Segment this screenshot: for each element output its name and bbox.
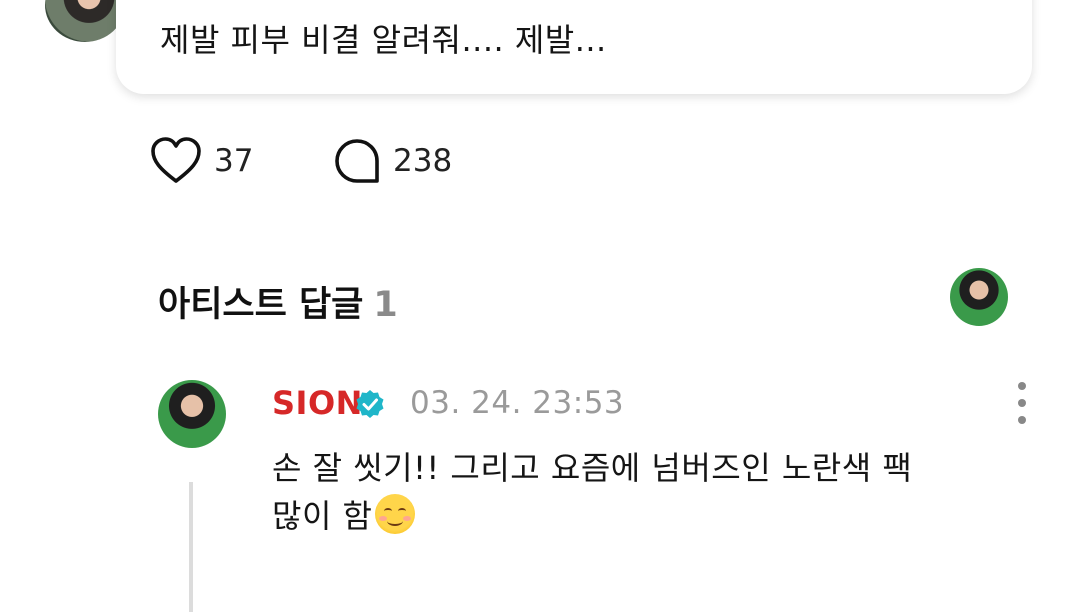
smiling-face-emoji-icon [374, 494, 415, 534]
post-text: 제발 피부 비결 알려줘.... 제발... [160, 21, 607, 59]
reply-count: 238 [393, 143, 453, 179]
comment-text-line2-wrap: 많이 함 [272, 492, 1012, 540]
comment-text-line2: 많이 함 [272, 497, 373, 535]
more-dot-icon [1018, 382, 1026, 390]
more-dot-icon [1018, 416, 1026, 424]
more-options-button[interactable] [1009, 382, 1035, 424]
comment-text-line1: 손 잘 씻기!! 그리고 요즘에 넘버즈인 노란색 팩 [272, 449, 913, 487]
artist-replies-title: 아티스트 답글 1 [158, 276, 398, 327]
thread-line [189, 482, 193, 612]
emoji-blush [402, 516, 411, 521]
comment-author[interactable]: SION [272, 384, 363, 422]
like-count: 37 [214, 143, 254, 179]
more-dot-icon [1018, 399, 1026, 407]
artist-replies-count: 1 [373, 285, 398, 325]
comment-icon [335, 139, 379, 183]
artist-replies-label: 아티스트 답글 [158, 285, 364, 325]
comment-timestamp: 03. 24. 23:53 [410, 385, 625, 421]
like-button[interactable]: 37 [150, 136, 253, 186]
comment-text: 손 잘 씻기!! 그리고 요즘에 넘버즈인 노란색 팩 많이 함 [272, 444, 1012, 540]
verified-badge-icon [356, 390, 384, 418]
post-author-avatar[interactable] [45, 0, 125, 42]
reply-button[interactable]: 238 [333, 136, 452, 186]
commenter-avatar[interactable] [158, 380, 226, 448]
artist-avatar-small[interactable] [950, 268, 1008, 326]
heart-icon [151, 137, 201, 183]
emoji-blush [378, 516, 387, 521]
emoji-mouth [386, 516, 403, 526]
